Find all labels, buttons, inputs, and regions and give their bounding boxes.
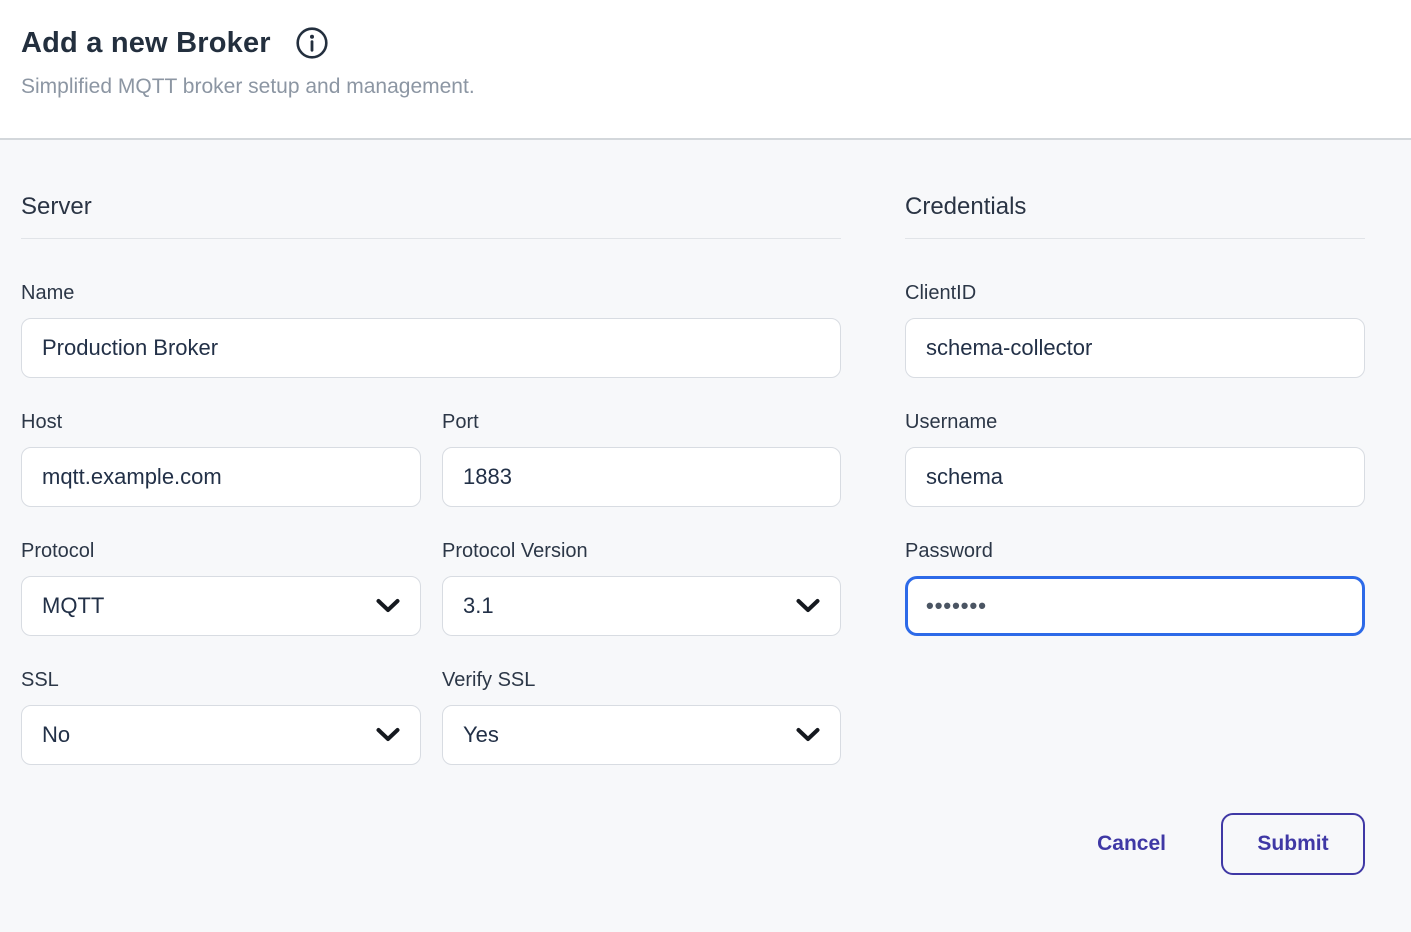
name-input[interactable] <box>21 318 841 378</box>
client-id-input[interactable] <box>905 318 1365 378</box>
name-field: Name <box>21 281 841 378</box>
page-title: Add a new Broker <box>21 27 271 60</box>
server-section-heading: Server <box>21 192 841 222</box>
protocol-select-value: MQTT <box>42 593 104 619</box>
credentials-section-divider <box>905 238 1365 239</box>
port-input[interactable] <box>442 447 841 507</box>
port-field: Port <box>442 410 841 507</box>
host-input[interactable] <box>21 447 421 507</box>
ssl-select-value: No <box>42 722 70 748</box>
page-header: Add a new Broker Simplified MQTT broker … <box>0 0 1411 140</box>
client-id-field: ClientID <box>905 281 1365 378</box>
verify-ssl-select[interactable]: Yes <box>442 705 841 765</box>
protocol-version-label: Protocol Version <box>442 539 841 563</box>
credentials-section: Credentials ClientID Username Password <box>905 192 1365 636</box>
username-field: Username <box>905 410 1365 507</box>
server-section: Server Name Host Port <box>21 192 841 765</box>
name-label: Name <box>21 281 841 305</box>
form-actions: Cancel Submit <box>21 813 1365 875</box>
info-circle-icon[interactable] <box>295 26 329 60</box>
server-section-divider <box>21 238 841 239</box>
cancel-button[interactable]: Cancel <box>1097 832 1166 856</box>
verify-ssl-label: Verify SSL <box>442 668 841 692</box>
verify-ssl-field: Verify SSL Yes <box>442 668 841 765</box>
broker-form: Server Name Host Port <box>0 192 1411 875</box>
password-label: Password <box>905 539 1365 563</box>
username-input[interactable] <box>905 447 1365 507</box>
ssl-field: SSL No <box>21 668 421 765</box>
protocol-field: Protocol MQTT <box>21 539 421 636</box>
protocol-label: Protocol <box>21 539 421 563</box>
credentials-section-heading: Credentials <box>905 192 1365 222</box>
protocol-version-select-value: 3.1 <box>463 593 494 619</box>
chevron-down-icon <box>376 599 400 614</box>
protocol-version-field: Protocol Version 3.1 <box>442 539 841 636</box>
protocol-select[interactable]: MQTT <box>21 576 421 636</box>
host-label: Host <box>21 410 421 434</box>
chevron-down-icon <box>796 728 820 743</box>
add-broker-page: Add a new Broker Simplified MQTT broker … <box>0 0 1411 932</box>
password-field: Password <box>905 539 1365 636</box>
password-input[interactable] <box>905 576 1365 636</box>
host-field: Host <box>21 410 421 507</box>
chevron-down-icon <box>376 728 400 743</box>
ssl-label: SSL <box>21 668 421 692</box>
port-label: Port <box>442 410 841 434</box>
ssl-select[interactable]: No <box>21 705 421 765</box>
submit-button[interactable]: Submit <box>1221 813 1365 875</box>
protocol-version-select[interactable]: 3.1 <box>442 576 841 636</box>
username-label: Username <box>905 410 1365 434</box>
page-subtitle: Simplified MQTT broker setup and managem… <box>21 75 1387 99</box>
client-id-label: ClientID <box>905 281 1365 305</box>
chevron-down-icon <box>796 599 820 614</box>
verify-ssl-select-value: Yes <box>463 722 499 748</box>
